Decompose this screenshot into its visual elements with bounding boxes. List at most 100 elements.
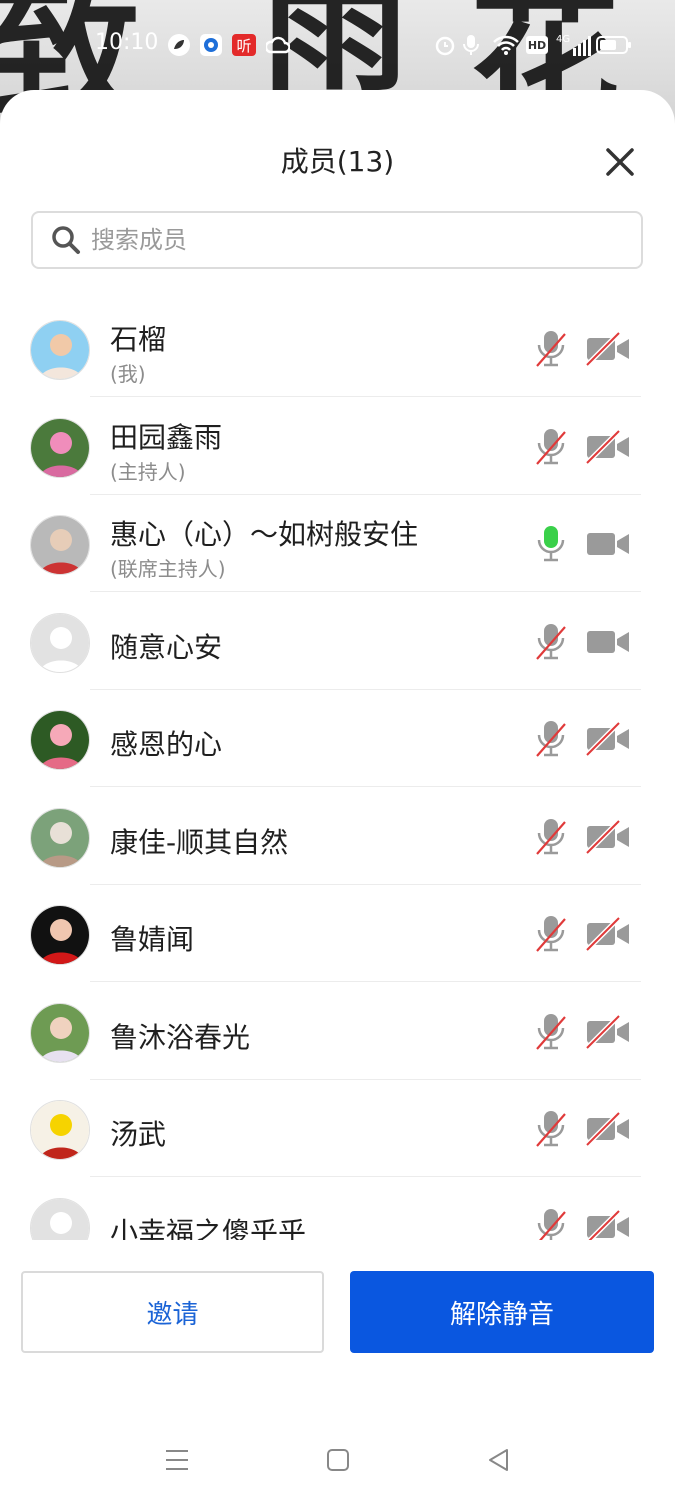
mic-muted-icon: [536, 623, 566, 660]
hd-icon: HD: [526, 36, 548, 54]
member-mic-toggle[interactable]: [534, 622, 568, 662]
avatar: [30, 417, 90, 478]
avatar-image: [31, 418, 89, 477]
listen-app-icon: 听: [232, 34, 256, 56]
member-list[interactable]: 石榴 (我) 田园鑫雨 (主持人) 惠心（心）～如树般安住 (联席主持人) 随意心安感恩的心…: [0, 300, 675, 1240]
invite-button[interactable]: 邀请: [21, 1271, 324, 1353]
member-row[interactable]: 石榴 (我): [0, 300, 675, 397]
status-time: 10:10: [95, 30, 159, 55]
home-icon: [327, 1449, 349, 1471]
camera-on-icon: [587, 630, 629, 653]
member-name: 康佳-顺其自然: [110, 825, 289, 859]
member-camera-toggle[interactable]: [585, 428, 631, 465]
avatar-image: [31, 1003, 89, 1062]
avatar: [30, 1197, 90, 1240]
home-nav-button[interactable]: [318, 1440, 358, 1480]
battery-icon: [596, 34, 632, 56]
member-mic-toggle[interactable]: [534, 427, 568, 467]
signal-icon: 4G: [556, 34, 592, 56]
member-role: (我): [110, 362, 146, 386]
avatar: [30, 807, 90, 868]
close-button[interactable]: [600, 142, 640, 182]
mic-active-icon: [537, 526, 565, 562]
default-avatar-icon: [31, 613, 89, 672]
avatar: [30, 612, 90, 673]
member-row[interactable]: 小幸福之傻乎乎: [0, 1178, 675, 1240]
wifi-icon: [492, 34, 520, 56]
member-row[interactable]: 康佳-顺其自然: [0, 788, 675, 885]
member-mic-toggle[interactable]: [534, 719, 568, 759]
mic-muted-icon: [536, 818, 566, 855]
default-avatar-icon: [31, 1198, 89, 1240]
network-type-label: 4G: [556, 34, 571, 45]
member-row[interactable]: 随意心安: [0, 593, 675, 690]
member-name: 鲁婧闻: [110, 923, 195, 956]
menu-icon: [166, 1450, 188, 1470]
avatar: [30, 905, 90, 965]
mic-muted-icon: [536, 1013, 566, 1050]
member-camera-toggle[interactable]: [585, 1013, 631, 1050]
back-nav-button[interactable]: [479, 1440, 519, 1480]
member-row[interactable]: 惠心（心）～如树般安住 (联席主持人): [0, 495, 675, 592]
mic-muted-icon: [536, 1111, 566, 1147]
member-camera-toggle[interactable]: [585, 916, 631, 952]
avatar: [30, 1100, 90, 1160]
member-camera-toggle[interactable]: [585, 624, 631, 660]
member-mic-toggle[interactable]: [534, 1012, 568, 1052]
sheet-title: 成员(13): [280, 145, 395, 178]
back-icon: [489, 1449, 508, 1471]
member-row[interactable]: 汤武: [0, 1080, 675, 1177]
leaf-icon: [168, 34, 190, 56]
avatar-image: [31, 1101, 89, 1159]
camera-on-icon: [587, 533, 629, 555]
member-row[interactable]: 鲁沐浴春光: [0, 983, 675, 1080]
member-row[interactable]: 田园鑫雨 (主持人): [0, 398, 675, 495]
member-camera-toggle[interactable]: [585, 1111, 631, 1147]
camera-off-icon: [585, 1013, 629, 1050]
member-camera-toggle[interactable]: [585, 1208, 631, 1240]
menu-nav-button[interactable]: [157, 1440, 197, 1480]
avatar-image: [31, 516, 89, 574]
search-input[interactable]: [89, 225, 613, 255]
member-name: 田园鑫雨: [110, 420, 223, 454]
member-name: 感恩的心: [110, 728, 223, 761]
mic-muted-icon: [536, 721, 566, 757]
cloud-icon: [266, 34, 290, 56]
member-name: 石榴: [110, 323, 167, 356]
member-mic-toggle[interactable]: [534, 817, 568, 857]
avatar-image: [31, 321, 89, 379]
mic-muted-icon: [536, 916, 566, 952]
avatar-image: [31, 906, 89, 964]
member-mic-toggle[interactable]: [534, 524, 568, 564]
member-name: 惠心（心）～如树般安住: [110, 518, 419, 551]
member-row[interactable]: 鲁婧闻: [0, 885, 675, 982]
mic-muted-icon: [537, 1208, 566, 1240]
member-name: 鲁沐浴春光: [110, 1020, 251, 1054]
close-icon: [606, 148, 634, 176]
member-name: 随意心安: [110, 630, 223, 664]
search-box[interactable]: [31, 211, 643, 269]
member-camera-toggle[interactable]: [585, 331, 631, 367]
camera-off-icon: [585, 1208, 629, 1240]
status-bar: 10:10 听 HD 4G: [0, 18, 675, 70]
camera-off-icon: [585, 1111, 629, 1147]
camera-off-icon: [585, 721, 629, 757]
member-mic-toggle[interactable]: [534, 329, 568, 369]
member-camera-toggle[interactable]: [585, 721, 631, 757]
mic-muted-icon: [536, 428, 566, 465]
camera-off-icon: [585, 916, 629, 952]
member-camera-toggle[interactable]: [585, 818, 631, 855]
mic-icon: [463, 34, 479, 56]
camera-off-icon: [585, 818, 629, 855]
avatar: [30, 515, 90, 575]
member-mic-toggle[interactable]: [534, 1207, 568, 1240]
unmute-button[interactable]: 解除静音: [350, 1271, 654, 1353]
member-mic-toggle[interactable]: [534, 1109, 568, 1149]
avatar-image: [31, 711, 89, 769]
avatar-image: [31, 808, 89, 867]
member-mic-toggle[interactable]: [534, 914, 568, 954]
member-role: (联席主持人): [110, 557, 226, 581]
member-row[interactable]: 感恩的心: [0, 690, 675, 787]
avatar: [30, 710, 90, 770]
member-camera-toggle[interactable]: [585, 526, 631, 562]
